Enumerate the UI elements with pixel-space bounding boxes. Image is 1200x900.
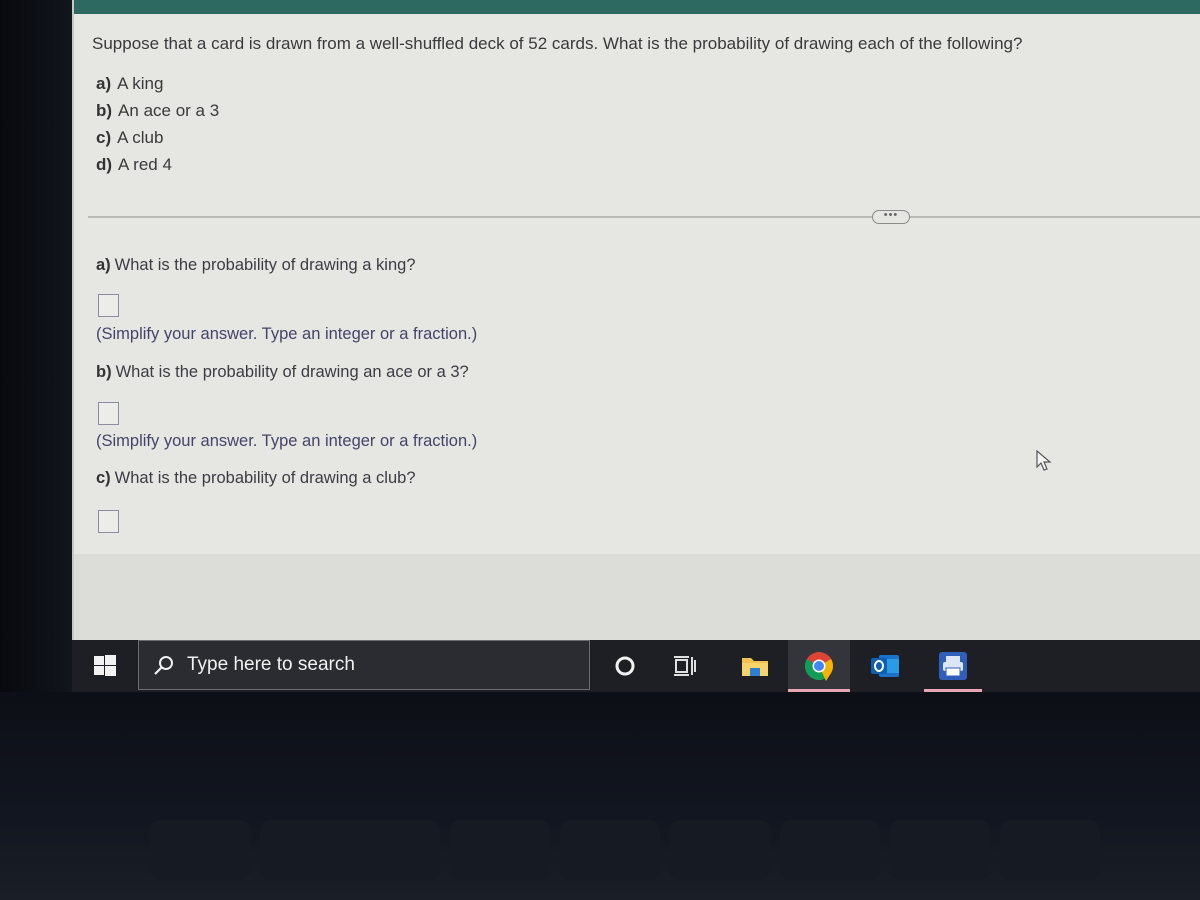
cortana-button[interactable] xyxy=(602,648,648,684)
question-c: c) What is the probability of drawing a c… xyxy=(96,469,416,488)
search-placeholder: Type here to search xyxy=(187,654,355,675)
folder-icon xyxy=(742,658,768,676)
problem-options: a) A king b) An ace or a 3 c) A club d) A re… xyxy=(96,70,219,178)
answer-input-b[interactable] xyxy=(98,402,119,425)
option-text: A red 4 xyxy=(118,155,172,174)
keyboard-key xyxy=(450,820,550,880)
section-divider xyxy=(88,216,1200,218)
mouse-pointer-icon xyxy=(1036,449,1052,477)
cortana-icon xyxy=(615,656,635,676)
question-letter: b) xyxy=(96,363,112,381)
task-view-icon xyxy=(674,656,696,676)
header-bar xyxy=(74,0,1200,14)
keyboard-key xyxy=(780,820,880,880)
search-icon xyxy=(154,656,173,675)
question-content: Suppose that a card is drawn from a well… xyxy=(74,14,1200,554)
keyboard-key xyxy=(890,820,990,880)
taskbar: Type here to search xyxy=(72,640,1200,692)
lower-panel xyxy=(74,554,1200,640)
option-text: A king xyxy=(117,74,164,93)
option-letter: c) xyxy=(96,128,112,147)
question-letter: a) xyxy=(96,256,111,274)
start-button[interactable] xyxy=(72,640,138,692)
option-item: d) A red 4 xyxy=(96,151,219,178)
question-b: b) What is the probability of drawing an … xyxy=(96,363,469,382)
windows-logo-icon xyxy=(94,655,116,676)
outlook-icon xyxy=(871,655,899,677)
printer-icon xyxy=(939,652,967,680)
print-app-button[interactable] xyxy=(924,640,982,692)
problem-prompt: Suppose that a card is drawn from a well… xyxy=(92,34,1023,53)
option-letter: b) xyxy=(96,101,113,120)
task-view-button[interactable] xyxy=(662,648,708,684)
option-item: c) A club xyxy=(96,124,219,151)
hint-b: (Simplify your answer. Type an integer o… xyxy=(96,432,478,450)
hint-a: (Simplify your answer. Type an integer o… xyxy=(96,325,478,343)
answer-input-c[interactable] xyxy=(98,510,119,533)
chrome-button[interactable] xyxy=(788,640,850,692)
keyboard-key xyxy=(670,820,770,880)
option-item: b) An ace or a 3 xyxy=(96,97,219,124)
option-letter: d) xyxy=(96,155,113,174)
file-explorer-button[interactable] xyxy=(732,648,778,684)
screen-bezel xyxy=(0,0,72,700)
keyboard-key xyxy=(150,820,250,880)
question-text: What is the probability of drawing a clu… xyxy=(114,469,416,487)
chrome-icon xyxy=(805,652,833,681)
question-letter: c) xyxy=(96,469,111,487)
keyboard-key xyxy=(1000,820,1100,880)
option-letter: a) xyxy=(96,74,112,93)
option-text: A club xyxy=(117,128,164,147)
expand-more-button[interactable]: ••• xyxy=(872,210,910,224)
question-text: What is the probability of drawing an ac… xyxy=(115,363,469,381)
taskbar-search-box[interactable]: Type here to search xyxy=(138,640,590,690)
question-a: a) What is the probability of drawing a k… xyxy=(96,256,416,275)
option-text: An ace or a 3 xyxy=(118,101,220,120)
question-text: What is the probability of drawing a kin… xyxy=(114,256,416,274)
answer-input-a[interactable] xyxy=(98,294,119,317)
outlook-button[interactable] xyxy=(862,648,908,684)
keyboard-key xyxy=(560,820,660,880)
option-item: a) A king xyxy=(96,70,219,97)
browser-window: Suppose that a card is drawn from a well… xyxy=(72,0,1200,640)
keyboard-key xyxy=(340,820,440,880)
